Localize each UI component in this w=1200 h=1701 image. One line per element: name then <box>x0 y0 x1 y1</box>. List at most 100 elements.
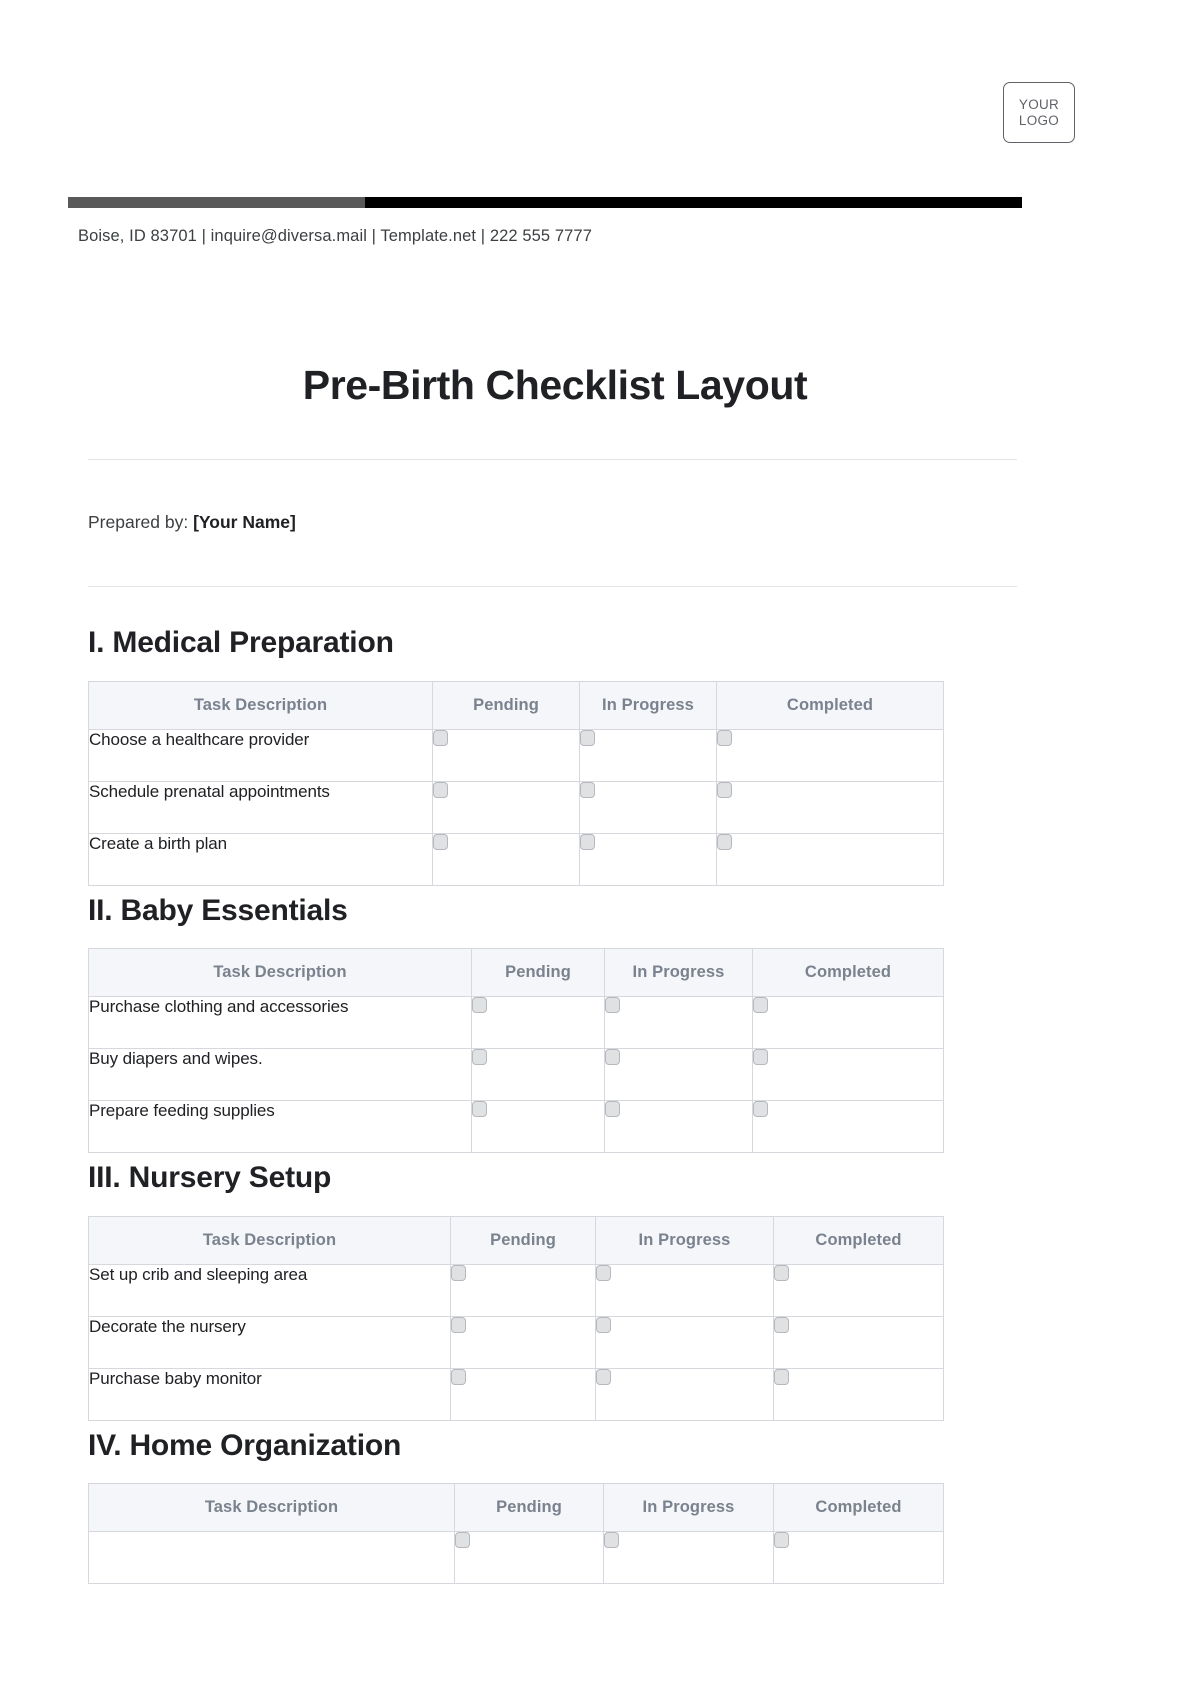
completed-checkbox-cell[interactable] <box>716 780 944 834</box>
completed-checkbox-cell[interactable] <box>773 1315 944 1369</box>
contact-info-line: Boise, ID 83701 | inquire@diversa.mail |… <box>78 227 592 245</box>
table-row: Choose a healthcare provider <box>88 728 944 782</box>
completed-checkbox[interactable] <box>717 833 732 850</box>
task-description-cell[interactable]: Create a birth plan <box>88 832 433 886</box>
pending-checkbox[interactable] <box>433 729 448 746</box>
pending-checkbox[interactable] <box>472 1049 487 1066</box>
in-progress-checkbox-cell[interactable] <box>595 1367 774 1421</box>
checklist-table: Task Description Pending In Progress Comple… <box>88 1215 944 1421</box>
in-progress-checkbox-cell[interactable] <box>603 1531 774 1585</box>
completed-checkbox[interactable] <box>753 997 768 1014</box>
task-description-cell[interactable]: Purchase clothing and accessories <box>88 996 472 1050</box>
pending-checkbox-cell[interactable] <box>432 780 580 834</box>
in-progress-checkbox-cell[interactable] <box>604 1048 753 1102</box>
in-progress-checkbox[interactable] <box>580 729 595 746</box>
task-description-cell[interactable]: Choose a healthcare provider <box>88 728 433 782</box>
pending-checkbox[interactable] <box>451 1264 466 1281</box>
in-progress-checkbox-cell[interactable] <box>579 832 717 886</box>
in-progress-checkbox[interactable] <box>605 1049 620 1066</box>
pending-checkbox-cell[interactable] <box>450 1315 596 1369</box>
in-progress-checkbox-cell[interactable] <box>579 728 717 782</box>
pending-checkbox[interactable] <box>433 833 448 850</box>
completed-checkbox[interactable] <box>774 1368 789 1385</box>
header-bar-gray-segment <box>68 197 365 208</box>
column-header-task-description: Task Description <box>88 948 472 998</box>
in-progress-checkbox[interactable] <box>604 1532 619 1549</box>
pending-checkbox[interactable] <box>455 1532 470 1549</box>
in-progress-checkbox-cell[interactable] <box>595 1263 774 1317</box>
column-header-completed: Completed <box>773 1215 944 1265</box>
prepared-by-value[interactable]: [Your Name] <box>193 512 296 532</box>
completed-checkbox-cell[interactable] <box>773 1367 944 1421</box>
task-description-cell[interactable]: Decorate the nursery <box>88 1315 451 1369</box>
table-header-row: Task Description Pending In Progress Comple… <box>88 1215 944 1265</box>
in-progress-checkbox-cell[interactable] <box>604 996 753 1050</box>
task-description-cell[interactable]: Schedule prenatal appointments <box>88 780 433 834</box>
completed-checkbox[interactable] <box>774 1264 789 1281</box>
document-page: YOUR LOGO Boise, ID 83701 | inquire@dive… <box>0 0 1200 1701</box>
column-header-task-description: Task Description <box>88 680 433 730</box>
completed-checkbox[interactable] <box>717 781 732 798</box>
table-header-row: Task Description Pending In Progress Comple… <box>88 1483 944 1533</box>
pending-checkbox-cell[interactable] <box>450 1367 596 1421</box>
column-header-completed: Completed <box>773 1483 944 1533</box>
in-progress-checkbox[interactable] <box>580 833 595 850</box>
prepared-by: Prepared by: [Your Name] <box>88 512 296 533</box>
checklist-table-wrapper: Task Description Pending In Progress Comple… <box>88 680 1200 886</box>
prepared-by-label: Prepared by: <box>88 512 189 532</box>
in-progress-checkbox[interactable] <box>596 1264 611 1281</box>
in-progress-checkbox-cell[interactable] <box>604 1100 753 1154</box>
column-header-pending: Pending <box>454 1483 604 1533</box>
column-header-in-progress: In Progress <box>579 680 717 730</box>
pending-checkbox[interactable] <box>433 781 448 798</box>
section-1: I. Medical Preparation Task Description Pe… <box>0 626 1200 886</box>
in-progress-checkbox[interactable] <box>580 781 595 798</box>
pending-checkbox[interactable] <box>451 1316 466 1333</box>
column-header-in-progress: In Progress <box>604 948 753 998</box>
completed-checkbox[interactable] <box>774 1532 789 1549</box>
in-progress-checkbox-cell[interactable] <box>579 780 717 834</box>
pending-checkbox-cell[interactable] <box>471 1100 605 1154</box>
pending-checkbox-cell[interactable] <box>432 728 580 782</box>
completed-checkbox-cell[interactable] <box>716 832 944 886</box>
pending-checkbox-cell[interactable] <box>454 1531 604 1585</box>
column-header-pending: Pending <box>432 680 580 730</box>
your-logo-placeholder: YOUR LOGO <box>1003 82 1075 143</box>
pending-checkbox-cell[interactable] <box>450 1263 596 1317</box>
in-progress-checkbox-cell[interactable] <box>595 1315 774 1369</box>
task-description-cell[interactable]: Prepare feeding supplies <box>88 1100 472 1154</box>
completed-checkbox-cell[interactable] <box>752 1048 944 1102</box>
task-description-cell[interactable] <box>88 1531 455 1585</box>
in-progress-checkbox[interactable] <box>605 997 620 1014</box>
completed-checkbox[interactable] <box>717 729 732 746</box>
in-progress-checkbox[interactable] <box>596 1368 611 1385</box>
completed-checkbox[interactable] <box>753 1101 768 1118</box>
section-heading: I. Medical Preparation <box>88 626 394 659</box>
pending-checkbox-cell[interactable] <box>432 832 580 886</box>
table-row: Buy diapers and wipes. <box>88 1048 944 1102</box>
pending-checkbox-cell[interactable] <box>471 1048 605 1102</box>
task-description-cell[interactable]: Buy diapers and wipes. <box>88 1048 472 1102</box>
column-header-task-description: Task Description <box>88 1215 451 1265</box>
section-heading: III. Nursery Setup <box>88 1161 332 1195</box>
header-bar-black-segment <box>365 197 1022 208</box>
page-title: Pre-Birth Checklist Layout <box>302 362 808 408</box>
task-description-cell[interactable]: Set up crib and sleeping area <box>88 1263 451 1317</box>
completed-checkbox[interactable] <box>774 1316 789 1333</box>
table-header-row: Task Description Pending In Progress Comple… <box>88 948 944 998</box>
completed-checkbox-cell[interactable] <box>752 996 944 1050</box>
pending-checkbox[interactable] <box>472 1101 487 1118</box>
pending-checkbox[interactable] <box>472 997 487 1014</box>
completed-checkbox[interactable] <box>753 1049 768 1066</box>
task-description-cell[interactable]: Purchase baby monitor <box>88 1367 451 1421</box>
completed-checkbox-cell[interactable] <box>716 728 944 782</box>
completed-checkbox-cell[interactable] <box>773 1531 944 1585</box>
divider-above-prepared-by <box>88 459 1017 460</box>
in-progress-checkbox[interactable] <box>596 1316 611 1333</box>
completed-checkbox-cell[interactable] <box>752 1100 944 1154</box>
in-progress-checkbox[interactable] <box>605 1101 620 1118</box>
completed-checkbox-cell[interactable] <box>773 1263 944 1317</box>
section-3: III. Nursery Setup Task Description Pendin… <box>0 1161 1200 1421</box>
pending-checkbox-cell[interactable] <box>471 996 605 1050</box>
pending-checkbox[interactable] <box>451 1368 466 1385</box>
